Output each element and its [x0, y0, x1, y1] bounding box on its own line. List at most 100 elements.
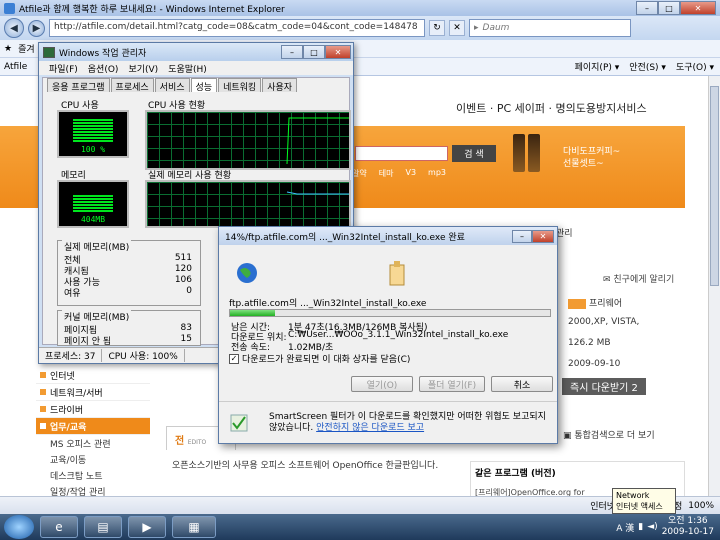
smartscreen-shield-icon — [230, 414, 248, 432]
category-links: 알약 테마 V3 mp3 — [352, 168, 446, 179]
language-indicator[interactable]: A 漢 — [616, 521, 634, 534]
sidebar-subitem[interactable]: 교육/이동 — [36, 451, 150, 467]
search-input[interactable]: ▸ Daum — [469, 19, 631, 37]
dl-close-button[interactable]: ✕ — [532, 229, 554, 243]
menu-help[interactable]: 도움말(H) — [168, 62, 207, 75]
sidebar-item-internet[interactable]: 인터넷 — [36, 367, 150, 384]
page-menu[interactable]: 페이지(P) ▾ — [575, 60, 620, 73]
network-tooltip: Network 인터넷 액세스 — [612, 488, 676, 514]
sidebar-item-driver[interactable]: 드라이버 — [36, 401, 150, 418]
site-search-button[interactable]: 검 색 — [452, 145, 496, 162]
stop-icon[interactable]: ✕ — [449, 20, 465, 36]
download-dialog: 14%/ftp.atfile.com의 ..._Win32Intel_insta… — [218, 226, 558, 444]
tm-minimize-button[interactable]: – — [281, 45, 303, 59]
maximize-button[interactable]: □ — [658, 1, 680, 15]
memory-history-graph — [145, 180, 351, 228]
close-button[interactable]: ✕ — [680, 1, 716, 15]
taskbar: e ▤ ▶ ▦ A 漢 ▮ ◄) 오전 1:36 2009-10-17 — [0, 514, 720, 540]
cancel-button[interactable]: 취소 — [491, 376, 553, 392]
download-now-button[interactable]: 즉시 다운받기 2 — [562, 378, 646, 395]
file-install-icon — [389, 261, 405, 286]
site-search-input[interactable] — [355, 146, 448, 161]
sidebar-item-network[interactable]: 네트워크/서버 — [36, 384, 150, 401]
ad-banner[interactable]: 다비도프커피~ 선물셋트~ — [513, 134, 663, 194]
download-filename: ftp.atfile.com의 ..._Win32Intel_install_k… — [229, 299, 427, 309]
memory-meter: 404MB — [57, 180, 129, 228]
breadcrumb: 관리 — [556, 229, 573, 239]
safety-menu[interactable]: 안전(S) ▾ — [629, 60, 666, 73]
report-unsafe-link[interactable]: 안전하지 않은 다운로드 보고 — [316, 423, 424, 433]
refresh-icon[interactable]: ↻ — [429, 20, 445, 36]
sidebar-item-work-edu[interactable]: 업무/교육 — [36, 418, 150, 435]
menu-options[interactable]: 옵션(O) — [88, 62, 119, 75]
taskbar-folder-icon[interactable]: ▤ — [84, 516, 122, 538]
sidebar-subitem[interactable]: MS 오피스 관련 — [36, 435, 150, 451]
tm-menubar: 파일(F) 옵션(O) 보기(V) 도움말(H) — [39, 61, 353, 75]
program-spec: 프리웨어 2000,XP, VISTA, 126.2 MB 2009-09-10 — [568, 298, 640, 369]
tab-users[interactable]: 사용자 — [262, 78, 298, 93]
kernel-memory-group: 커널 메모리(MB) 페이지됨 83 페이지 안 됨 15 — [57, 310, 201, 347]
globe-icon — [237, 263, 257, 283]
menu-file[interactable]: 파일(F) — [49, 62, 78, 75]
back-button[interactable]: ◀ — [4, 18, 24, 38]
start-button[interactable] — [4, 515, 34, 539]
tm-close-button[interactable]: ✕ — [325, 45, 351, 59]
cpu-meter: 100 % — [57, 110, 129, 158]
physical-memory-group: 실제 메모리(MB) 전체 511 캐시됨 120 사용 가능 106 여유 0 — [57, 240, 201, 306]
taskbar-ie-icon[interactable]: e — [40, 516, 78, 538]
cpu-history-graph — [145, 110, 351, 170]
tab-performance[interactable]: 성능 — [190, 78, 218, 93]
category-link[interactable]: 알약 — [352, 168, 367, 179]
browser-title: Atfile과 함께 행복한 하루 보내세요! - Windows Intern… — [19, 4, 285, 15]
taskbar-taskmgr-icon[interactable]: ▦ — [172, 516, 216, 538]
taskbar-media-icon[interactable]: ▶ — [128, 516, 166, 538]
category-link[interactable]: V3 — [405, 168, 416, 179]
checkbox-checked-icon[interactable]: ✓ — [229, 353, 239, 364]
search-engine-icon: ▸ — [474, 23, 479, 33]
cpu-value: 100 % — [80, 145, 106, 154]
ie-icon — [4, 2, 15, 14]
menu-view[interactable]: 보기(V) — [128, 62, 158, 75]
share-link[interactable]: ✉ 친구에게 알리기 — [603, 272, 674, 285]
system-tray: A 漢 ▮ ◄) 오전 1:36 2009-10-17 — [616, 516, 720, 538]
open-button[interactable]: 열기(O) — [351, 376, 413, 392]
tab-atfile[interactable]: Atfile — [4, 62, 27, 72]
tab-applications[interactable]: 응용 프로그램 — [47, 78, 110, 93]
volume-icon[interactable]: ◄) — [647, 522, 657, 532]
open-folder-button[interactable]: 폴더 열기(F) — [419, 376, 485, 392]
tab-processes[interactable]: 프로세스 — [110, 78, 154, 93]
category-sidebar: 인터넷 네트워크/서버 드라이버 업무/교육 MS 오피스 관련 교육/이동 데… — [36, 367, 150, 496]
sidebar-subitem[interactable]: 일정/작업 관리 — [36, 483, 150, 497]
clock[interactable]: 오전 1:36 2009-10-17 — [662, 516, 714, 538]
category-link[interactable]: 테마 — [379, 168, 394, 179]
tm-maximize-button[interactable]: □ — [303, 45, 325, 59]
favorites-star-icon[interactable]: ★ — [4, 44, 12, 54]
sidebar-subitem[interactable]: 데스크탑 노트 — [36, 467, 150, 483]
download-buttons: 즉시 다운받기 2 — [562, 378, 646, 395]
browser-titlebar: Atfile과 함께 행복한 하루 보내세요! - Windows Intern… — [0, 0, 720, 16]
site-top-nav[interactable]: 이벤트 · PC 세이퍼 · 명의도용방지서비스 — [456, 100, 647, 116]
tab-services[interactable]: 서비스 — [154, 78, 190, 93]
task-manager-icon — [43, 46, 55, 58]
network-icon[interactable]: ▮ — [638, 522, 643, 532]
program-description: 오픈소스기반의 사무용 오피스 소프트웨어 OpenOffice 한글판입니다. — [172, 461, 439, 471]
category-link[interactable]: mp3 — [428, 168, 446, 179]
download-titlebar: 14%/ftp.atfile.com의 ..._Win32Intel_insta… — [219, 227, 557, 245]
favorites-label[interactable]: 즐겨 — [18, 42, 35, 55]
address-bar-row: ◀ ▶ http://atfile.com/detail.html?catg_c… — [0, 16, 720, 40]
page-scrollbar[interactable] — [708, 76, 720, 496]
zoom-level[interactable]: 100% — [688, 501, 720, 511]
smartscreen-message: SmartScreen 필터가 이 다운로드를 확인했지만 어떠한 위협도 보고… — [269, 412, 546, 433]
process-count: 프로세스: 37 — [39, 349, 103, 362]
minimize-button[interactable]: – — [636, 1, 658, 15]
address-input[interactable]: http://atfile.com/detail.html?catg_code=… — [49, 19, 425, 37]
license-badge-icon — [568, 298, 586, 309]
dl-minimize-button[interactable]: – — [512, 229, 532, 243]
tab-networking[interactable]: 네트워킹 — [218, 78, 262, 93]
integrated-search-link[interactable]: ▣ 통합검색으로 더 보기 — [563, 428, 655, 441]
tools-menu[interactable]: 도구(O) ▾ — [676, 60, 714, 73]
download-progress-bar — [229, 309, 551, 317]
close-when-done-checkbox[interactable]: ✓ 다운로드가 완료되면 이 대화 상자를 닫음(C) — [229, 352, 410, 365]
forward-button[interactable]: ▶ — [28, 19, 45, 37]
memory-value: 404MB — [80, 215, 106, 224]
